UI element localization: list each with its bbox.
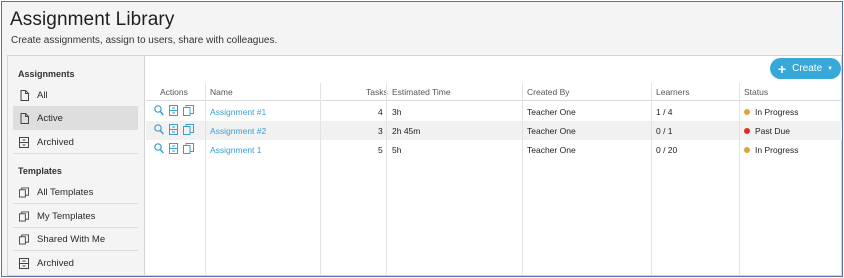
status-badge: Past Due [744,126,790,136]
sidebar-item-label: All [37,89,48,101]
learners-count: 1 / 4 [656,107,673,117]
create-button[interactable]: + Create ▼ [770,58,841,79]
column-header-status[interactable]: Status [744,87,768,97]
column-divider [739,83,740,275]
assignments-table: Actions Name Tasks Estimated Time Create… [146,83,842,275]
estimated-time: 2h 45m [392,126,421,136]
sidebar-item-shared-with-me[interactable]: Shared With Me [13,228,138,251]
copy-icon [19,187,29,198]
copy-icon [19,211,29,222]
archive-icon[interactable] [169,143,178,154]
column-divider [205,83,206,275]
created-by: Teacher One [527,107,576,117]
app-window: Assignment Library Create assignments, a… [1,1,843,277]
assignment-name-link[interactable]: Assignment 1 [210,145,262,155]
table-row: Assignment #1 4 3h Teacher One 1 / 4 In … [146,102,842,121]
sidebar-heading-templates: Templates [18,166,62,176]
sidebar-heading-assignments: Assignments [18,69,75,79]
status-text: In Progress [755,107,799,117]
sidebar-item-archived[interactable]: Archived [13,131,138,154]
table-row: Assignment #2 3 2h 45m Teacher One 0 / 1… [146,121,842,140]
estimated-time: 3h [392,107,402,117]
sidebar-item-label: Archived [37,258,74,269]
column-header-actions: Actions [160,87,188,97]
tasks-count: 3 [378,126,383,136]
document-icon [19,89,29,101]
column-divider [522,83,523,275]
sidebar-item-all[interactable]: All [13,84,138,107]
column-divider [386,83,387,275]
sidebar-item-my-templates[interactable]: My Templates [13,205,138,228]
page-subtitle: Create assignments, assign to users, sha… [11,35,278,46]
table-row: Assignment 1 5 5h Teacher One 0 / 20 In … [146,140,842,159]
status-dot [744,109,750,115]
search-icon[interactable] [154,105,164,116]
assignment-name-link[interactable]: Assignment #2 [210,126,266,136]
sidebar-item-active[interactable]: Active [13,107,138,130]
column-header-tasks[interactable]: Tasks [366,87,388,97]
tasks-count: 5 [378,145,383,155]
sidebar-item-label: Archived [37,136,74,148]
estimated-time: 5h [392,145,402,155]
sidebar-item-archived-templates[interactable]: Archived [13,252,138,275]
archive-icon[interactable] [169,124,178,135]
column-divider [320,83,321,275]
status-badge: In Progress [744,145,798,155]
archive-icon [19,136,29,148]
column-header-created-by[interactable]: Created By [527,87,570,97]
create-button-label: Create [792,63,823,74]
column-header-estimated-time[interactable]: Estimated Time [392,87,451,97]
library-panel: Assignments All Active Archived Template… [7,55,842,276]
copy-icon[interactable] [183,143,194,154]
sidebar-item-label: All Templates [37,186,94,198]
learners-count: 0 / 20 [656,145,678,155]
document-icon [19,112,29,124]
row-actions [154,143,194,154]
row-actions [154,124,194,135]
archive-icon [19,258,29,269]
row-actions [154,105,194,116]
copy-icon[interactable] [183,124,194,135]
sidebar-item-label: My Templates [37,210,96,222]
column-header-learners[interactable]: Learners [656,87,690,97]
column-divider [651,83,652,275]
status-dot [744,128,750,134]
copy-icon [19,234,29,245]
column-header-name[interactable]: Name [210,87,233,97]
tasks-count: 4 [378,107,383,117]
status-text: In Progress [755,145,799,155]
assignment-name-link[interactable]: Assignment #1 [210,107,266,117]
sidebar-item-label: Active [37,112,63,124]
sidebar: Assignments All Active Archived Template… [8,56,145,275]
page-title: Assignment Library [10,9,175,30]
created-by: Teacher One [527,126,576,136]
archive-icon[interactable] [169,105,178,116]
search-icon[interactable] [154,143,164,154]
status-dot [744,147,750,153]
created-by: Teacher One [527,145,576,155]
sidebar-item-all-templates[interactable]: All Templates [13,181,138,204]
sidebar-item-label: Shared With Me [37,233,106,245]
chevron-down-icon: ▼ [827,65,834,72]
plus-icon: + [777,60,787,77]
status-text: Past Due [755,126,790,136]
search-icon[interactable] [154,124,164,135]
learners-count: 0 / 1 [656,126,673,136]
status-badge: In Progress [744,107,798,117]
table-header: Actions Name Tasks Estimated Time Create… [146,83,842,101]
copy-icon[interactable] [183,105,194,116]
